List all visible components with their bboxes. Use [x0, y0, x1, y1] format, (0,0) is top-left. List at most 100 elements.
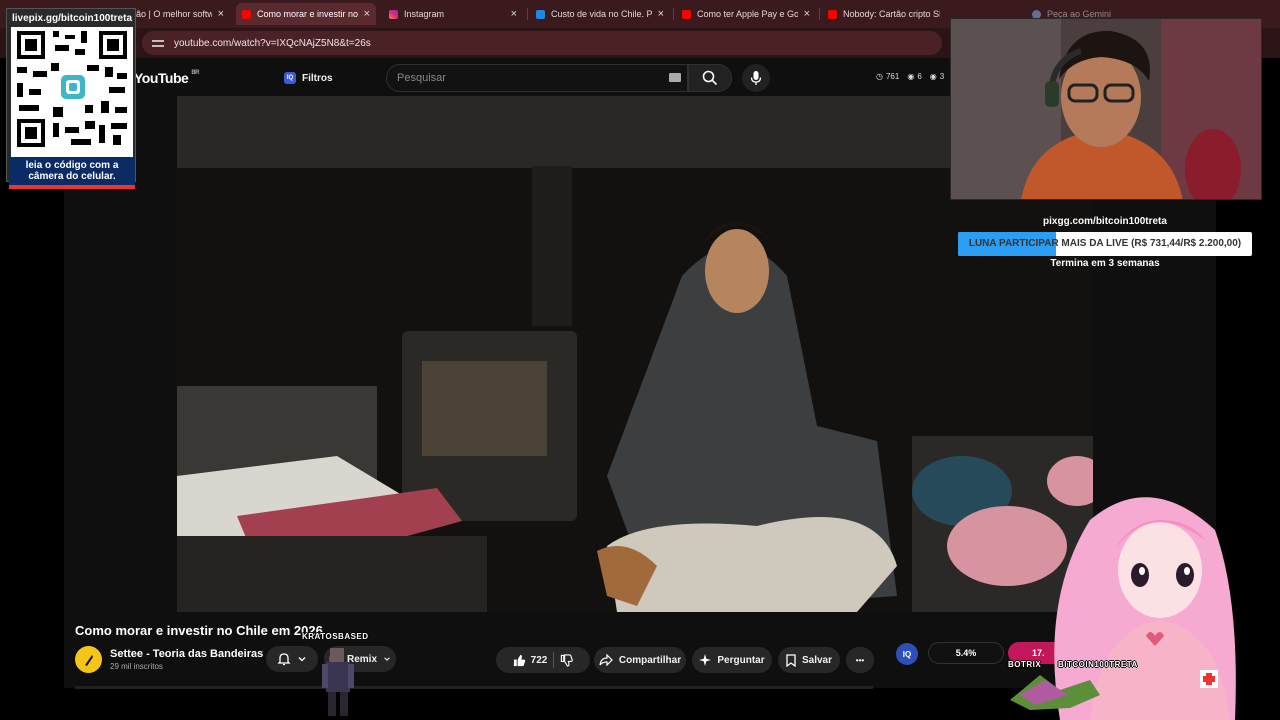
- filters-label: Filtros: [302, 72, 333, 84]
- close-icon[interactable]: ×: [218, 8, 224, 20]
- thumbs-up-icon: [513, 654, 525, 666]
- tab-title: ão | O melhor softw: [136, 9, 212, 19]
- microphone-icon: [750, 71, 762, 85]
- search-input[interactable]: [397, 72, 657, 84]
- stat-value: 3: [939, 72, 945, 81]
- search-box: [386, 64, 688, 92]
- search-icon: [702, 70, 718, 86]
- iq-widget-icon: IQ: [896, 643, 918, 665]
- keyboard-icon[interactable]: [669, 73, 681, 82]
- livepix-qr-widget: livepix.gg/bitcoin100treta leia o código…: [6, 8, 136, 189]
- save-button[interactable]: Salvar: [778, 647, 840, 673]
- webcam-frame: [951, 19, 1261, 199]
- stat-views: ◉ 6: [907, 72, 921, 81]
- youtube-favicon-icon: [242, 9, 251, 19]
- live-stats: ◷ 761 ◉ 6 ◉ 3: [876, 72, 944, 81]
- close-icon[interactable]: ×: [364, 8, 370, 20]
- stat-value: 761: [885, 72, 900, 81]
- kratos-nametag: KRATOSBASED: [302, 632, 369, 641]
- comments-divider: [75, 686, 873, 689]
- tab-melhor-software[interactable]: ão | O melhor softw ×: [130, 3, 230, 25]
- like-dislike-group: 722: [496, 647, 590, 673]
- like-count: 722: [530, 654, 548, 666]
- video-title: Como morar e investir no Chile em 2026: [75, 623, 323, 638]
- tab-custo-de-vida[interactable]: Custo de vida no Chile. Pre ×: [530, 3, 670, 25]
- tab-title: Nobody: Cartão cripto SEM: [843, 9, 940, 19]
- bell-icon: [277, 653, 291, 666]
- address-bar[interactable]: youtube.com/watch?v=IXQcNAjZ5N8&t=26s: [142, 31, 942, 55]
- tab-como-morar[interactable]: Como morar e investir no C ×: [236, 3, 376, 25]
- youtube-logo-text: YouTube: [134, 70, 189, 86]
- tab-instagram[interactable]: Instagram ×: [383, 3, 523, 25]
- stat-value: 6: [917, 72, 922, 81]
- tab-divider: [673, 8, 674, 20]
- vtuber-avatar: [1010, 497, 1236, 720]
- more-icon: •••: [855, 655, 865, 665]
- instagram-favicon-icon: [389, 9, 398, 19]
- voice-search-button[interactable]: [742, 64, 770, 92]
- qr-accent-bar: [9, 185, 135, 189]
- ask-label: Perguntar: [717, 654, 765, 666]
- bookmark-icon: [786, 653, 796, 667]
- stat-clock: ◷ 761: [876, 72, 899, 81]
- youtube-logo[interactable]: YouTube BR: [134, 70, 199, 86]
- clock-icon: ◷: [876, 72, 883, 81]
- man-face: [705, 229, 769, 313]
- streamer-webcam: [950, 18, 1262, 200]
- region-code: BR: [191, 70, 199, 76]
- qr-caption: leia o código com a câmera do celular.: [9, 157, 135, 185]
- iq-filter-icon: IQ: [284, 72, 296, 84]
- channel-logo-icon: [84, 654, 93, 666]
- eye-icon: ◉: [907, 72, 915, 81]
- tab-divider: [819, 8, 820, 20]
- qr-caption-line2: câmera do celular.: [28, 171, 116, 182]
- bitcoin-nametag: BITCOIN100TRETA: [1058, 660, 1138, 669]
- url-text: youtube.com/watch?v=IXQcNAjZ5N8&t=26s: [174, 37, 371, 49]
- subscriber-count: 29 mil inscritos: [110, 662, 163, 671]
- tab-title: Instagram: [404, 9, 445, 19]
- eye-icon: ◉: [929, 72, 937, 81]
- tab-divider: [527, 8, 528, 20]
- close-icon[interactable]: ×: [658, 8, 664, 20]
- close-icon[interactable]: ×: [511, 8, 517, 20]
- tab-nobody-cartao[interactable]: Nobody: Cartão cripto SEM: [822, 3, 946, 25]
- sparkle-icon: [699, 654, 712, 666]
- botrix-nametag: BOTRIX: [1008, 660, 1042, 669]
- stat-viewers: ◉ 3: [930, 72, 944, 81]
- channel-name[interactable]: Settee - Teoria das Bandeiras: [110, 648, 263, 660]
- search-button[interactable]: [688, 64, 732, 92]
- share-label: Compartilhar: [618, 654, 682, 666]
- ask-button[interactable]: Perguntar: [692, 647, 772, 673]
- tab-apple-pay[interactable]: Como ter Apple Pay e Goo ×: [676, 3, 816, 25]
- qr-code-icon: [17, 31, 127, 147]
- channel-avatar[interactable]: [75, 646, 102, 673]
- youtube-favicon-icon: [682, 9, 691, 19]
- goal-deadline: Termina em 3 semanas: [1050, 258, 1160, 269]
- filters-button[interactable]: IQ Filtros: [276, 66, 341, 90]
- share-button[interactable]: Compartilhar: [594, 647, 686, 673]
- table: [177, 536, 487, 612]
- share-icon: [599, 654, 613, 666]
- like-button[interactable]: 722: [513, 654, 548, 667]
- chevron-down-icon: [298, 657, 306, 662]
- more-actions-button[interactable]: •••: [846, 647, 874, 673]
- youtube-favicon-icon: [828, 9, 837, 19]
- goal-url: pixgg.com/bitcoin100treta: [1043, 216, 1167, 227]
- qr-url: livepix.gg/bitcoin100treta: [11, 13, 133, 24]
- notifications-button[interactable]: [266, 646, 318, 672]
- close-icon[interactable]: ×: [804, 8, 810, 20]
- stove-pipe: [532, 166, 572, 326]
- site-favicon-icon: [536, 9, 545, 19]
- tab-title: Custo de vida no Chile. Pre: [551, 9, 652, 19]
- donation-goal-bar: LUNA PARTICIPAR MAIS DA LIVE (R$ 731,44/…: [958, 232, 1252, 256]
- qr-caption-line1: leia o código com a: [25, 160, 119, 171]
- tab-title: Como ter Apple Pay e Goo: [697, 9, 798, 19]
- thumbs-down-icon[interactable]: [560, 653, 574, 667]
- goal-text: LUNA PARTICIPAR MAIS DA LIVE (R$ 731,44/…: [968, 238, 1242, 249]
- tab-title: Como morar e investir no C: [257, 9, 358, 19]
- divider: [553, 652, 555, 668]
- save-label: Salvar: [801, 654, 833, 666]
- site-settings-icon[interactable]: [152, 38, 164, 48]
- kratos-pixel-sprite: [322, 648, 354, 716]
- chevron-down-icon: [384, 657, 390, 661]
